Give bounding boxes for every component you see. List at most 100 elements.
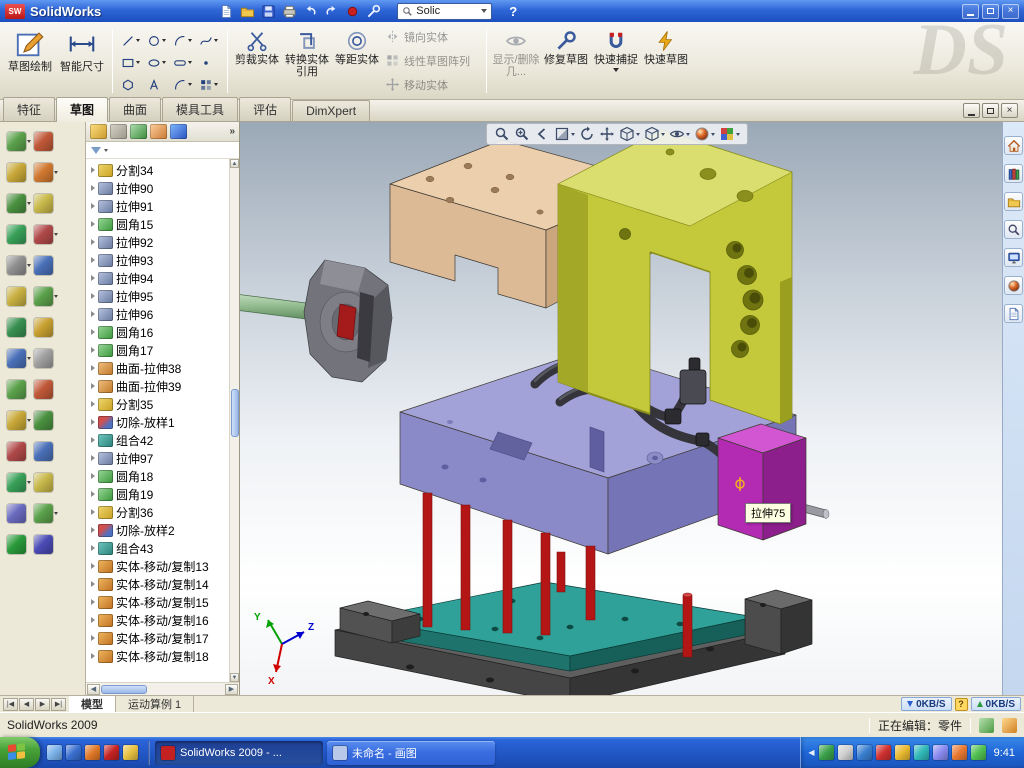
feature-tree-item[interactable]: 圆角16: [86, 323, 239, 341]
sketch-fillet-tool-icon[interactable]: [169, 74, 195, 96]
close-button[interactable]: ×: [1002, 4, 1019, 19]
flyout-caret-icon[interactable]: [54, 233, 58, 236]
zoom-area-icon[interactable]: [514, 126, 530, 142]
previous-view-icon[interactable]: [534, 126, 550, 142]
dropdown-caret-icon[interactable]: [188, 61, 192, 64]
tab-DimXpert[interactable]: DimXpert: [292, 100, 370, 121]
dropdown-caret-icon[interactable]: [711, 133, 715, 136]
dropdown-caret-icon[interactable]: [214, 39, 218, 42]
dropdown-caret-icon[interactable]: [188, 39, 192, 42]
left-toolbar-icon[interactable]: [7, 349, 32, 368]
tray-icon-8[interactable]: [952, 745, 967, 760]
expand-arrow-icon[interactable]: [91, 617, 95, 623]
flyout-caret-icon[interactable]: [54, 295, 58, 298]
scene-icon[interactable]: [719, 126, 740, 142]
left-toolbar-icon[interactable]: [34, 411, 59, 430]
move-entities-button[interactable]: 移动实体: [382, 75, 482, 95]
left-toolbar-icon[interactable]: [7, 473, 32, 492]
dropdown-caret-icon[interactable]: [636, 133, 640, 136]
save-icon[interactable]: [259, 2, 277, 20]
expand-arrow-icon[interactable]: [91, 635, 95, 641]
circle-tool-icon[interactable]: [143, 30, 169, 52]
left-toolbar-icon[interactable]: [7, 132, 32, 151]
feature-tree-item[interactable]: 切除-放样1: [86, 413, 239, 431]
menu-item[interactable]: [124, 9, 138, 13]
panel-overflow-button[interactable]: »: [229, 126, 235, 137]
zoom-fit-icon[interactable]: [494, 126, 510, 142]
feature-tree-item[interactable]: 曲面-拉伸39: [86, 377, 239, 395]
taskbar-task-button[interactable]: 未命名 - 画图: [327, 741, 495, 765]
left-toolbar-icon[interactable]: [7, 535, 32, 554]
left-toolbar-icon[interactable]: [34, 132, 59, 151]
tray-icon-1[interactable]: [819, 745, 834, 760]
flyout-caret-icon[interactable]: [27, 140, 31, 143]
display-style-icon[interactable]: [644, 126, 665, 142]
left-toolbar-icon[interactable]: [7, 287, 32, 306]
expand-arrow-icon[interactable]: [91, 347, 95, 353]
expand-arrow-icon[interactable]: [91, 581, 95, 587]
flyout-caret-icon[interactable]: [27, 357, 31, 360]
tray-collapse-icon[interactable]: ◀: [808, 748, 814, 757]
expand-arrow-icon[interactable]: [91, 653, 95, 659]
repair-sketch-button[interactable]: 修复草图: [541, 25, 591, 97]
expand-arrow-icon[interactable]: [91, 545, 95, 551]
start-button[interactable]: [0, 737, 40, 768]
display-delete-relations-button[interactable]: 显示/删除几...: [491, 25, 541, 97]
expand-arrow-icon[interactable]: [91, 383, 95, 389]
internet-explorer-icon[interactable]: [66, 745, 81, 760]
expand-arrow-icon[interactable]: [91, 329, 95, 335]
show-desktop-icon[interactable]: [47, 745, 62, 760]
polygon-tool-icon[interactable]: [117, 74, 143, 96]
linear-sketch-pattern-button[interactable]: 线性草图阵列: [382, 51, 482, 71]
left-toolbar-icon[interactable]: [7, 442, 32, 461]
menu-item[interactable]: [138, 9, 152, 13]
tab-模具工具[interactable]: 模具工具: [162, 97, 238, 121]
custom-properties-icon[interactable]: [1004, 304, 1023, 323]
doc-close-button[interactable]: ×: [1001, 103, 1018, 118]
expand-arrow-icon[interactable]: [91, 473, 95, 479]
filter-funnel-icon[interactable]: [91, 147, 101, 154]
left-toolbar-icon[interactable]: [7, 194, 32, 213]
print-icon[interactable]: [280, 2, 298, 20]
configurationmanager-tab-icon[interactable]: [130, 124, 147, 139]
minimize-button[interactable]: [962, 4, 979, 19]
expand-arrow-icon[interactable]: [91, 239, 95, 245]
left-toolbar-icon[interactable]: [7, 504, 32, 523]
tree-vscrollbar[interactable]: ▲ ▼: [229, 159, 239, 682]
feature-tree-item[interactable]: 分割35: [86, 395, 239, 413]
tray-icon-6[interactable]: [914, 745, 929, 760]
left-toolbar-icon[interactable]: [7, 225, 32, 244]
dropdown-caret-icon[interactable]: [162, 39, 166, 42]
hide-show-items-icon[interactable]: [669, 126, 690, 142]
dimxpertmanager-tab-icon[interactable]: [150, 124, 167, 139]
feature-tree-item[interactable]: 拉伸97: [86, 449, 239, 467]
quick-snaps-button[interactable]: 快速捕捉: [591, 25, 641, 97]
feature-tree-item[interactable]: 拉伸95: [86, 287, 239, 305]
restore-button[interactable]: [982, 4, 999, 19]
quick-tips-icon[interactable]: [1002, 718, 1017, 733]
rebuild-icon[interactable]: [343, 2, 361, 20]
expand-arrow-icon[interactable]: [91, 221, 95, 227]
left-toolbar-icon[interactable]: [34, 163, 59, 182]
expand-arrow-icon[interactable]: [91, 509, 95, 515]
left-toolbar-icon[interactable]: [34, 287, 59, 306]
expand-arrow-icon[interactable]: [91, 311, 95, 317]
next-tab-icon[interactable]: ▶: [35, 698, 50, 711]
line-tool-icon[interactable]: [117, 30, 143, 52]
rapid-sketch-button[interactable]: 快速草图: [641, 25, 691, 97]
feature-tree-item[interactable]: 实体-移动/复制13: [86, 557, 239, 575]
sketch-pattern-tool-icon[interactable]: [195, 74, 221, 96]
feature-tree-item[interactable]: 圆角15: [86, 215, 239, 233]
left-toolbar-icon[interactable]: [7, 318, 32, 337]
flyout-caret-icon[interactable]: [27, 481, 31, 484]
last-tab-icon[interactable]: ▶|: [51, 698, 66, 711]
expand-arrow-icon[interactable]: [91, 203, 95, 209]
menu-item[interactable]: [110, 9, 124, 13]
tray-icon-3[interactable]: [857, 745, 872, 760]
hscroll-thumb[interactable]: [101, 685, 147, 694]
my-documents-icon[interactable]: [123, 745, 138, 760]
open-icon[interactable]: [238, 2, 256, 20]
feature-tree-item[interactable]: 实体-移动/复制14: [86, 575, 239, 593]
expand-arrow-icon[interactable]: [91, 491, 95, 497]
file-explorer-icon[interactable]: [1004, 192, 1023, 211]
